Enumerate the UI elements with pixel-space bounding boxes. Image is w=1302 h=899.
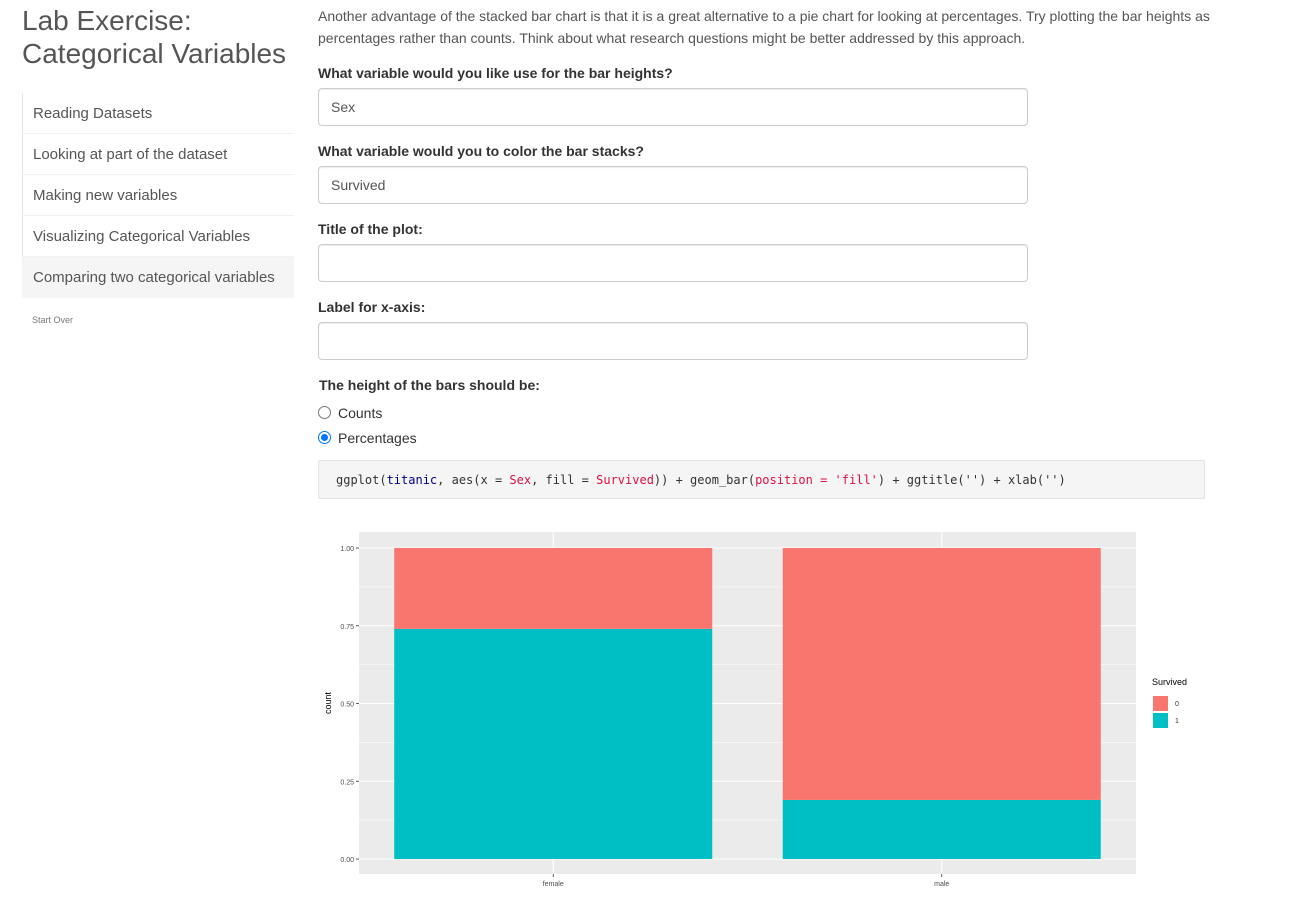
code-token: Sex [509,473,532,487]
y-tick-label: 0.50 [340,702,354,709]
page-title: Lab Exercise: Categorical Variables [22,5,287,69]
x-axis-label-input[interactable] [318,322,1028,360]
code-token: )) + geom_bar( [653,473,756,487]
legend-key-1 [1153,713,1168,728]
sidebar-item-looking-at-part[interactable]: Looking at part of the dataset [22,134,294,175]
radio-counts-label: Counts [338,404,383,421]
radio-counts[interactable]: Counts [318,400,417,425]
plot-title-input[interactable] [318,244,1028,282]
sidebar-item-comparing[interactable]: Comparing two categorical variables [22,257,294,298]
stacked-bar-chart: 0.00 0.25 0.50 0.75 1.00 female male count Survi… [323,532,1187,888]
legend-label: 0 [1175,701,1179,708]
code-token: , aes(x = [437,473,510,487]
sidebar-item-making-new-variables[interactable]: Making new variables [22,175,294,216]
bar-segment-male-1 [782,799,1101,859]
radio-counts-circle[interactable] [318,406,331,419]
code-token: position = 'fill' [755,473,878,487]
bar-segment-female-1 [394,628,713,859]
legend-title: Survived [1152,677,1187,687]
radio-percentages-label: Percentages [338,429,417,446]
x-tick-label: male [934,881,949,888]
radio-percentages-circle[interactable] [318,431,331,444]
bar-heights-label: What variable would you like use for the… [318,65,673,81]
code-token: ggplot( [336,473,387,487]
code-token: titanic [386,473,438,487]
start-over-link[interactable]: Start Over [32,315,73,325]
code-token: Survived [596,473,654,487]
y-tick-label: 1.00 [340,546,354,553]
y-tick-label: 0.75 [340,624,354,631]
code-output: ggplot(titanic, aes(x = Sex, fill = Surv… [318,460,1205,499]
radio-percentages[interactable]: Percentages [318,425,417,450]
sidebar-item-visualizing[interactable]: Visualizing Categorical Variables [22,216,294,257]
bar-height-radio-group: Counts Percentages [318,400,417,450]
bar-heights-input[interactable] [318,88,1028,126]
bar-height-radio-label: The height of the bars should be: [319,377,540,393]
intro-text: Another advantage of the stacked bar cha… [318,8,1210,46]
x-axis-label-label: Label for x-axis: [318,299,426,315]
y-tick-label: 0.25 [340,779,354,786]
bar-segment-female-0 [394,548,713,629]
plot-title-label: Title of the plot: [318,221,423,237]
legend-label: 1 [1175,718,1179,725]
x-tick-label: female [543,881,564,888]
y-axis-label: count [323,691,333,714]
bar-segment-male-0 [782,548,1101,800]
legend-key-0 [1153,696,1168,711]
color-stacks-label: What variable would you to color the bar… [318,143,644,159]
y-tick-label: 0.00 [340,857,354,864]
code-token: ) + ggtitle('') + xlab('') [877,473,1066,487]
code-token: , fill = [531,473,597,487]
color-stacks-input[interactable] [318,166,1028,204]
sidebar-item-reading-datasets[interactable]: Reading Datasets [22,93,294,134]
sidebar-nav: Reading Datasets Looking at part of the … [22,93,294,298]
